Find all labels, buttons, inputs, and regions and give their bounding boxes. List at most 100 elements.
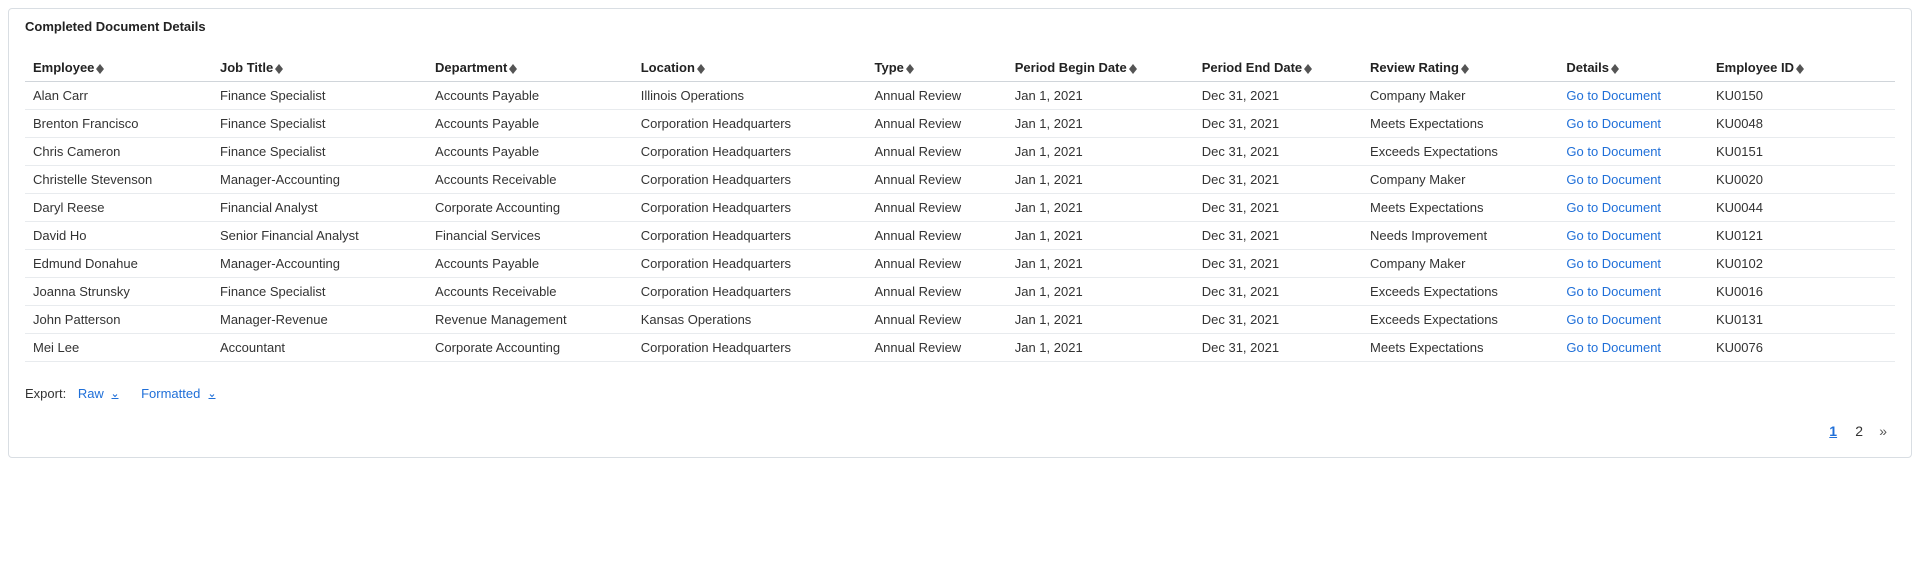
cell-department: Accounts Payable: [427, 110, 633, 138]
go-to-document-link[interactable]: Go to Document: [1566, 284, 1661, 299]
cell-location: Corporation Headquarters: [633, 334, 867, 362]
cell-type: Annual Review: [866, 110, 1006, 138]
col-header-location[interactable]: Location: [633, 54, 867, 82]
sort-icon: [1304, 64, 1312, 74]
col-header-label: Location: [641, 60, 695, 75]
cell-period-begin-date: Jan 1, 2021: [1007, 278, 1194, 306]
table-header-row: Employee Job Title Department Location Type P…: [25, 54, 1895, 82]
cell-location: Illinois Operations: [633, 82, 867, 110]
sort-icon: [275, 64, 283, 74]
cell-review-rating: Meets Expectations: [1362, 110, 1558, 138]
cell-period-end-date: Dec 31, 2021: [1194, 110, 1362, 138]
go-to-document-link[interactable]: Go to Document: [1566, 144, 1661, 159]
col-header-label: Employee: [33, 60, 94, 75]
cell-employee: Chris Cameron: [25, 138, 212, 166]
cell-employee-id: KU0150: [1708, 82, 1895, 110]
documents-table: Employee Job Title Department Location Type P…: [25, 54, 1895, 362]
go-to-document-link[interactable]: Go to Document: [1566, 88, 1661, 103]
go-to-document-link[interactable]: Go to Document: [1566, 312, 1661, 327]
col-header-department[interactable]: Department: [427, 54, 633, 82]
table-row: Mei LeeAccountantCorporate AccountingCor…: [25, 334, 1895, 362]
cell-details: Go to Document: [1558, 278, 1708, 306]
cell-review-rating: Company Maker: [1362, 166, 1558, 194]
col-header-label: Details: [1566, 60, 1609, 75]
cell-job-title: Manager-Accounting: [212, 250, 427, 278]
export-formatted-link[interactable]: Formatted: [141, 386, 218, 401]
cell-employee: Daryl Reese: [25, 194, 212, 222]
go-to-document-link[interactable]: Go to Document: [1566, 200, 1661, 215]
cell-job-title: Accountant: [212, 334, 427, 362]
cell-department: Financial Services: [427, 222, 633, 250]
col-header-label: Department: [435, 60, 507, 75]
col-header-employee-id[interactable]: Employee ID: [1708, 54, 1895, 82]
cell-review-rating: Exceeds Expectations: [1362, 138, 1558, 166]
table-row: John PattersonManager-RevenueRevenue Man…: [25, 306, 1895, 334]
table-row: Joanna StrunskyFinance SpecialistAccount…: [25, 278, 1895, 306]
sort-icon: [509, 64, 517, 74]
cell-details: Go to Document: [1558, 306, 1708, 334]
go-to-document-link[interactable]: Go to Document: [1566, 228, 1661, 243]
table-row: Chris CameronFinance SpecialistAccounts …: [25, 138, 1895, 166]
col-header-label: Period Begin Date: [1015, 60, 1127, 75]
cell-location: Corporation Headquarters: [633, 166, 867, 194]
cell-type: Annual Review: [866, 334, 1006, 362]
cell-period-end-date: Dec 31, 2021: [1194, 222, 1362, 250]
table-row: David HoSenior Financial AnalystFinancia…: [25, 222, 1895, 250]
cell-period-begin-date: Jan 1, 2021: [1007, 250, 1194, 278]
cell-type: Annual Review: [866, 138, 1006, 166]
col-header-employee[interactable]: Employee: [25, 54, 212, 82]
download-icon: [206, 389, 218, 401]
table-row: Daryl ReeseFinancial AnalystCorporate Ac…: [25, 194, 1895, 222]
go-to-document-link[interactable]: Go to Document: [1566, 172, 1661, 187]
cell-period-begin-date: Jan 1, 2021: [1007, 82, 1194, 110]
sort-icon: [1461, 64, 1469, 74]
cell-location: Corporation Headquarters: [633, 110, 867, 138]
cell-period-begin-date: Jan 1, 2021: [1007, 306, 1194, 334]
cell-location: Corporation Headquarters: [633, 138, 867, 166]
cell-department: Revenue Management: [427, 306, 633, 334]
cell-review-rating: Company Maker: [1362, 250, 1558, 278]
cell-type: Annual Review: [866, 194, 1006, 222]
sort-icon: [1129, 64, 1137, 74]
col-header-review-rating[interactable]: Review Rating: [1362, 54, 1558, 82]
cell-type: Annual Review: [866, 222, 1006, 250]
table-row: Christelle StevensonManager-AccountingAc…: [25, 166, 1895, 194]
col-header-type[interactable]: Type: [866, 54, 1006, 82]
cell-employee-id: KU0044: [1708, 194, 1895, 222]
cell-employee-id: KU0076: [1708, 334, 1895, 362]
col-header-label: Period End Date: [1202, 60, 1302, 75]
cell-job-title: Senior Financial Analyst: [212, 222, 427, 250]
cell-period-end-date: Dec 31, 2021: [1194, 250, 1362, 278]
cell-type: Annual Review: [866, 82, 1006, 110]
cell-details: Go to Document: [1558, 194, 1708, 222]
cell-job-title: Manager-Revenue: [212, 306, 427, 334]
cell-location: Corporation Headquarters: [633, 194, 867, 222]
table-row: Alan CarrFinance SpecialistAccounts Paya…: [25, 82, 1895, 110]
cell-period-end-date: Dec 31, 2021: [1194, 82, 1362, 110]
col-header-label: Employee ID: [1716, 60, 1794, 75]
sort-icon: [1796, 64, 1804, 74]
cell-employee: Alan Carr: [25, 82, 212, 110]
go-to-document-link[interactable]: Go to Document: [1566, 340, 1661, 355]
page-1[interactable]: 1: [1827, 423, 1839, 439]
col-header-details[interactable]: Details: [1558, 54, 1708, 82]
cell-review-rating: Needs Improvement: [1362, 222, 1558, 250]
col-header-job-title[interactable]: Job Title: [212, 54, 427, 82]
completed-document-details-panel: Completed Document Details EmployeeJob T…: [8, 8, 1912, 458]
export-raw-link[interactable]: Raw: [78, 386, 125, 401]
col-header-period-end-date[interactable]: Period End Date: [1194, 54, 1362, 82]
cell-job-title: Financial Analyst: [212, 194, 427, 222]
cell-department: Accounts Receivable: [427, 166, 633, 194]
go-to-document-link[interactable]: Go to Document: [1566, 256, 1661, 271]
page-2[interactable]: 2: [1853, 423, 1865, 439]
cell-department: Corporate Accounting: [427, 194, 633, 222]
pagination-next[interactable]: »: [1879, 423, 1887, 439]
table-row: Brenton FranciscoFinance SpecialistAccou…: [25, 110, 1895, 138]
go-to-document-link[interactable]: Go to Document: [1566, 116, 1661, 131]
cell-employee-id: KU0131: [1708, 306, 1895, 334]
download-icon: [109, 389, 121, 401]
cell-period-end-date: Dec 31, 2021: [1194, 334, 1362, 362]
cell-period-begin-date: Jan 1, 2021: [1007, 138, 1194, 166]
col-header-period-begin-date[interactable]: Period Begin Date: [1007, 54, 1194, 82]
export-label: Export:: [25, 386, 66, 401]
